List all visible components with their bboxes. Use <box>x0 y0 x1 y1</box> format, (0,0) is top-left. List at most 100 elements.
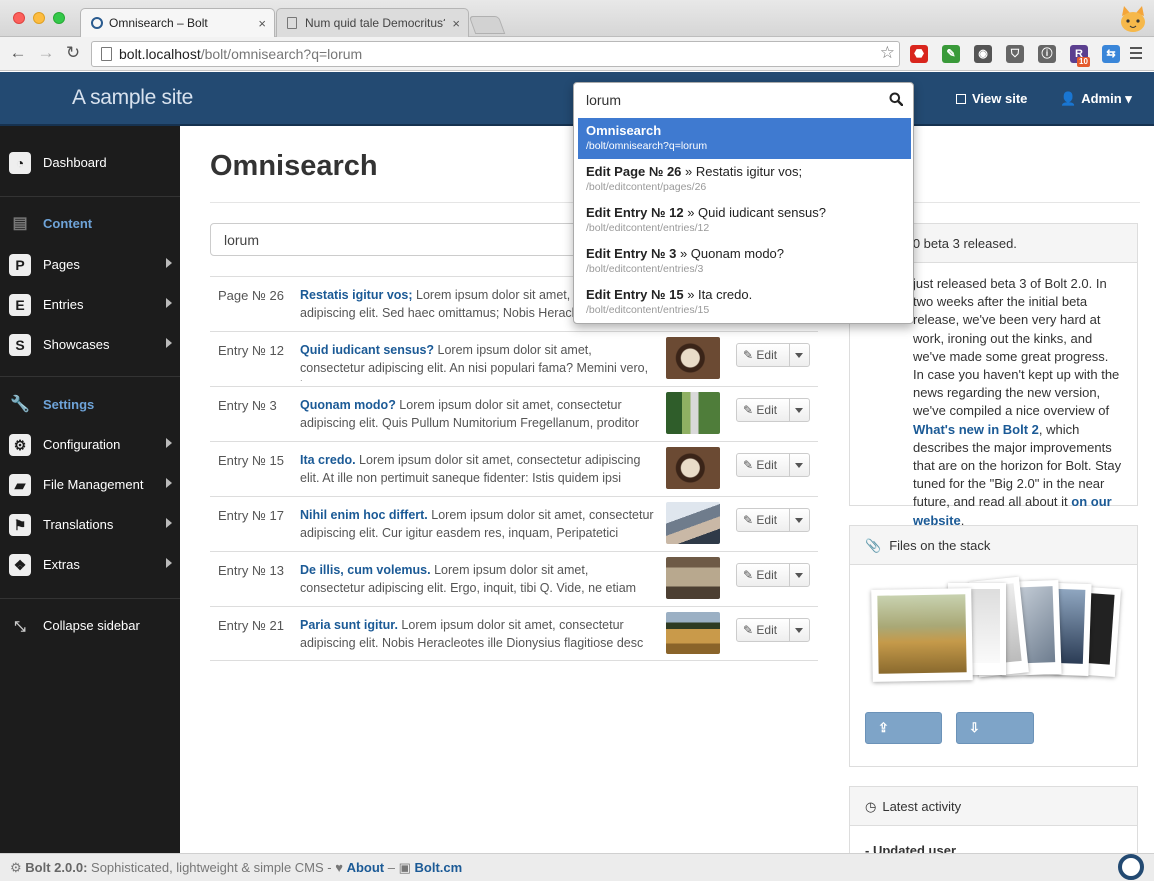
translate-icon[interactable]: ⇆ <box>1102 45 1120 63</box>
table-row: Entry № 13 De illis, cum volemus. Lorem i… <box>210 551 818 606</box>
page-favicon-icon <box>287 17 297 29</box>
profile-cat-icon[interactable] <box>1118 4 1148 34</box>
caret-down-icon[interactable] <box>795 463 803 468</box>
sidebar-item-label: Translations <box>43 517 114 532</box>
back-arrow-icon[interactable]: ← <box>8 43 28 63</box>
boltcm-link[interactable]: Bolt.cm <box>415 860 463 875</box>
external-link-icon <box>956 94 966 104</box>
tab-close-icon[interactable]: × <box>258 9 266 37</box>
sidebar-item-translations[interactable]: ⚑ Translations <box>0 506 180 542</box>
result-thumbnail[interactable] <box>666 502 720 544</box>
collapse-sidebar-button[interactable]: ⤡ Collapse sidebar <box>0 607 180 643</box>
caret-down-icon[interactable] <box>795 353 803 358</box>
address-bar[interactable]: bolt.localhost/bolt/omnisearch?q=lorum ☆ <box>91 41 900 67</box>
result-title-link[interactable]: Quonam modo? <box>300 398 396 412</box>
sidebar-item-showcases[interactable]: S Showcases <box>0 326 180 362</box>
result-title-link[interactable]: Ita credo. <box>300 453 356 467</box>
omnisearch-result-item[interactable]: Edit Page № 26 » Restatis igitur vos; /bo… <box>578 159 911 200</box>
omnisearch-result-title: Edit Entry № 3 » Quonam modo? <box>586 246 785 261</box>
sidebar-item-settings[interactable]: 🔧 Settings <box>0 386 180 422</box>
omnisearch-input[interactable]: lorum <box>574 83 913 117</box>
edit-button[interactable]: ✎ Edit <box>736 453 810 477</box>
zoom-window-button[interactable] <box>53 12 65 24</box>
close-window-button[interactable] <box>13 12 25 24</box>
result-thumbnail[interactable] <box>666 612 720 654</box>
cog-icon: ⚙ <box>10 860 26 875</box>
browser-tab-inactive[interactable]: Num quid tale Democritus? × <box>276 8 469 37</box>
omnisearch-results: Omnisearch/bolt/omnisearch?q=lorum Edit P… <box>578 118 911 323</box>
edit-button[interactable]: ✎ Edit <box>736 343 810 367</box>
bookmark-star-icon[interactable]: ☆ <box>880 43 895 63</box>
chevron-right-icon <box>166 558 172 568</box>
tab-close-icon[interactable]: × <box>452 9 460 37</box>
result-thumbnail[interactable] <box>666 392 720 434</box>
caret-down-icon[interactable] <box>795 518 803 523</box>
result-title-link[interactable]: De illis, cum volemus. <box>300 563 431 577</box>
result-text: Quid iudicant sensus? Lorem ipsum dolor … <box>300 341 656 381</box>
sidebar-item-extras[interactable]: ❖ Extras <box>0 546 180 582</box>
sidebar-item-content[interactable]: ▤ Content <box>0 205 180 241</box>
new-tab-button[interactable] <box>468 16 506 34</box>
elephant-icon[interactable]: ◉ <box>974 45 992 63</box>
omnisearch-result-item[interactable]: Edit Entry № 15 » Ita credo. /bolt/editco… <box>578 282 911 323</box>
pencil-icon: ✎ <box>743 348 757 362</box>
info-icon[interactable]: ⓘ <box>1038 45 1056 63</box>
caret-down-icon[interactable] <box>795 628 803 633</box>
caret-down-icon[interactable] <box>795 573 803 578</box>
forward-arrow-icon[interactable]: → <box>36 43 56 63</box>
adblock-icon[interactable]: ⬣ <box>910 45 928 63</box>
site-title[interactable]: A sample site <box>72 86 193 110</box>
whats-new-link[interactable]: What's new in Bolt 2 <box>913 422 1039 437</box>
pencil-icon: ✎ <box>743 403 757 417</box>
omnisearch-result-title: Edit Page № 26 » Restatis igitur vos; <box>586 164 803 179</box>
entries-icon: E <box>9 294 31 316</box>
result-title-link[interactable]: Quid iudicant sensus? <box>300 343 434 357</box>
bolt-logo-icon[interactable] <box>1118 854 1144 880</box>
result-title-link[interactable]: Restatis igitur vos; <box>300 288 413 302</box>
result-thumbnail[interactable] <box>666 337 720 379</box>
result-thumbnail[interactable] <box>666 447 720 489</box>
edit-button[interactable]: ✎ Edit <box>736 508 810 532</box>
omnisearch-result-item[interactable]: Edit Entry № 12 » Quid iudicant sensus? /… <box>578 200 911 241</box>
result-type: Entry № 21 <box>218 618 284 633</box>
result-title-link[interactable]: Nihil enim hoc differt. <box>300 508 428 522</box>
omnisearch-result-item[interactable]: Edit Entry № 3 » Quonam modo? /bolt/editc… <box>578 241 911 282</box>
tab-title: Omnisearch – Bolt <box>109 16 208 30</box>
external-link-icon: ▣ <box>398 860 415 875</box>
admin-menu[interactable]: 👤 Admin ▾ <box>1060 91 1132 107</box>
edit-button[interactable]: ✎ Edit <box>736 618 810 642</box>
pocket-icon[interactable]: ⛉ <box>1006 45 1024 63</box>
minimize-window-button[interactable] <box>33 12 45 24</box>
select-button[interactable]: ⇩ Select <box>956 712 1034 765</box>
sidebar-item-configuration[interactable]: ⚙ Configuration <box>0 426 180 462</box>
sidebar-divider <box>0 598 180 599</box>
sidebar-item-label: Content <box>43 216 93 231</box>
upload-button[interactable]: ⇪ Upload <box>865 712 942 765</box>
omnisearch-result-item[interactable]: Omnisearch/bolt/omnisearch?q=lorum <box>578 118 911 159</box>
sidebar-item-pages[interactable]: P Pages <box>0 246 180 282</box>
sidebar-item-dashboard[interactable]: ◔ Dashboard <box>0 144 180 180</box>
result-text: Paria sunt igitur. Lorem ipsum dolor sit… <box>300 616 656 656</box>
result-title-link[interactable]: Paria sunt igitur. <box>300 618 398 632</box>
result-thumbnail[interactable] <box>666 557 720 599</box>
view-site-link[interactable]: View site <box>956 91 1027 106</box>
edit-button[interactable]: ✎ Edit <box>736 563 810 587</box>
evernote-icon[interactable]: ✎ <box>942 45 960 63</box>
caret-down-icon[interactable] <box>795 408 803 413</box>
stack-panel-title: 📎 Files on the stack <box>850 526 1137 565</box>
content-icon: ▤ <box>12 215 28 232</box>
omnisearch-query: lorum <box>586 92 622 108</box>
search-icon[interactable] <box>889 92 903 106</box>
sidebar-item-entries[interactable]: E Entries <box>0 286 180 322</box>
about-link[interactable]: About <box>347 860 385 875</box>
result-text: Ita credo. Lorem ipsum dolor sit amet, c… <box>300 451 656 491</box>
edit-button[interactable]: ✎ Edit <box>736 398 810 422</box>
chrome-menu-icon[interactable] <box>1130 47 1142 62</box>
file-stack[interactable] <box>858 569 1137 704</box>
sidebar-item-file-management[interactable]: ▰ File Management <box>0 466 180 502</box>
reload-icon[interactable]: ↻ <box>63 43 83 63</box>
browser-tab-active[interactable]: Omnisearch – Bolt × <box>80 8 275 37</box>
sidebar: ◔ Dashboard ▤ Content P Pages E Entries S Showcas… <box>0 126 180 853</box>
compress-icon: ⤡ <box>14 618 26 634</box>
table-row: Entry № 21 Paria sunt igitur. Lorem ipsum… <box>210 606 818 661</box>
